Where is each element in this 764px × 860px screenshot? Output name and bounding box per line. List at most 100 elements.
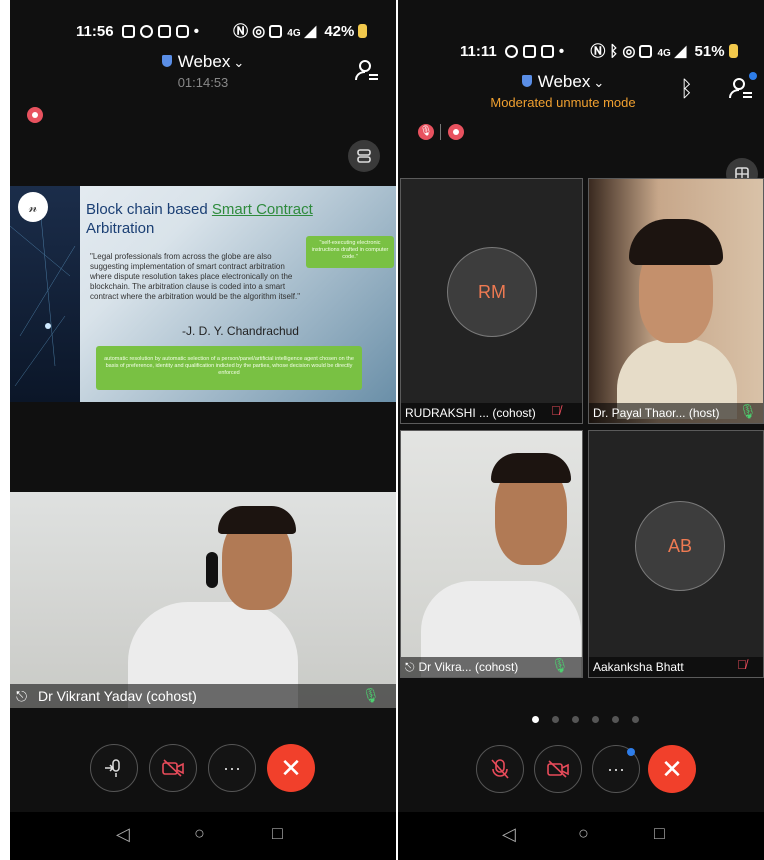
speaker-hair — [218, 506, 296, 534]
mute-button[interactable] — [476, 745, 524, 793]
meeting-title[interactable]: Webex ⌄ — [10, 52, 396, 72]
participant-tile[interactable]: AB Aakanksha Bhatt 🎙̸ — [588, 430, 764, 678]
status-time: 11:11 — [460, 43, 497, 60]
hotspot-icon: ◎ — [622, 43, 636, 60]
moderated-unmute-label: Moderated unmute mode — [490, 95, 636, 110]
mic-muted-icon: 🎙̸ — [737, 657, 747, 672]
bluetooth-icon[interactable]: ᛒ — [680, 76, 693, 102]
speaker-caption: ⎋ Dr Vikrant Yadav (cohost) 🎙 — [10, 684, 396, 708]
android-nav-bar: ◁ ○ □ — [10, 812, 396, 860]
nfc-icon: Ⓝ — [233, 23, 249, 40]
signal-icon: ◢ — [674, 43, 687, 60]
left-phone-screen: 11:56 • Ⓝ ◎ 4G ◢ 42% Webex ⌄ 01:14:53 𝓃 Bloc… — [10, 0, 396, 860]
layout-toggle-button[interactable] — [348, 140, 380, 172]
mic-on-icon: 🎙 — [362, 687, 380, 703]
video-off-button[interactable] — [534, 745, 582, 793]
slide-author: -J. D. Y. Chandrachud — [182, 324, 299, 338]
active-speaker-video[interactable] — [10, 492, 396, 708]
page-dot[interactable] — [612, 716, 619, 723]
participant-name: Dr. Payal Thaor... (host) — [589, 403, 763, 423]
participants-icon[interactable] — [728, 72, 757, 102]
back-nav-icon[interactable]: ◁ — [116, 824, 130, 845]
more-options-button[interactable]: ··· — [208, 744, 256, 792]
participant-tile[interactable]: Dr. Payal Thaor... (host) 🎙 — [588, 178, 764, 424]
notification-icon — [522, 45, 536, 58]
participant-avatar: RM — [447, 247, 537, 337]
bluetooth-status-icon: ᛒ — [609, 43, 619, 60]
participants-badge — [749, 72, 757, 80]
muted-self-icon: 🎙 — [418, 124, 434, 140]
page-dot[interactable] — [552, 716, 559, 723]
battery-percent: 51% — [694, 43, 725, 60]
recents-nav-icon[interactable]: □ — [272, 823, 283, 844]
participants-icon[interactable] — [354, 58, 380, 84]
page-dot[interactable] — [572, 716, 579, 723]
app-title: Webex — [537, 72, 591, 91]
recording-icon — [27, 107, 43, 123]
battery-icon — [358, 24, 368, 38]
page-dot[interactable] — [632, 716, 639, 723]
calendar-icon — [157, 25, 171, 38]
participant-avatar: AB — [635, 501, 725, 591]
participant-hair — [491, 453, 571, 483]
notification-icon — [121, 25, 135, 38]
participant-tile[interactable]: ⎋ Dr Vikra... (cohost) 🎙 — [400, 430, 583, 678]
data-icon — [269, 25, 283, 38]
chevron-down-icon: ⌄ — [233, 55, 245, 70]
network-type: 4G — [287, 28, 301, 39]
end-call-button[interactable]: ✕ — [648, 745, 696, 793]
participant-hair — [629, 219, 723, 265]
status-bar: 11:11 • Ⓝ ᛒ ◎ 4G ◢ 51% — [460, 40, 764, 61]
slide-decoration — [10, 186, 80, 402]
share-icon: ⎋ — [405, 660, 415, 674]
webex-shield-icon — [161, 55, 172, 67]
annotate-pen-icon[interactable]: 𝓃 — [18, 192, 48, 222]
back-nav-icon[interactable]: ◁ — [502, 824, 516, 845]
mic-muted-icon: 🎙̸ — [551, 403, 561, 418]
meeting-title[interactable]: Webex ⌄ — [398, 72, 728, 92]
recording-icon — [448, 124, 464, 140]
page-dot[interactable] — [532, 716, 539, 723]
nfc-icon: Ⓝ — [590, 43, 606, 60]
battery-icon — [728, 44, 738, 58]
status-time: 11:56 — [76, 23, 114, 40]
meeting-timer: 01:14:53 — [177, 75, 229, 90]
webex-shield-icon — [521, 75, 532, 87]
shared-content-slide: 𝓃 Block chain based Smart Contract Arbitr… — [10, 186, 396, 402]
slide-callout-top: "self-executing electronic instructions … — [306, 236, 394, 268]
audio-connect-button[interactable] — [90, 744, 138, 792]
more-notifications-dot: • — [558, 43, 565, 60]
signal-icon: ◢ — [304, 23, 317, 40]
whatsapp-icon — [139, 25, 153, 38]
mic-on-icon: 🎙 — [551, 657, 569, 673]
more-options-badge — [627, 748, 635, 756]
home-nav-icon[interactable]: ○ — [578, 823, 589, 844]
slide-quote: "Legal professionals from across the glo… — [90, 252, 301, 301]
more-options-button[interactable]: ··· — [592, 745, 640, 793]
more-notifications-dot: • — [193, 23, 199, 40]
right-phone-screen: 11:11 • Ⓝ ᛒ ◎ 4G ◢ 51% Webex ⌄ Moderated unmu… — [398, 0, 764, 860]
hotspot-icon: ◎ — [252, 23, 266, 40]
mic-on-icon: 🎙 — [739, 403, 757, 419]
app-title: Webex — [177, 52, 231, 71]
video-off-button[interactable] — [149, 744, 197, 792]
share-icon: ⎋ — [16, 688, 28, 704]
slide-callout-bottom: automatic resolution by automatic select… — [96, 346, 362, 390]
android-nav-bar: ◁ ○ □ — [398, 812, 764, 860]
status-bar: 11:56 • Ⓝ ◎ 4G ◢ 42% — [76, 20, 396, 41]
recents-nav-icon[interactable]: □ — [654, 823, 665, 844]
calendar-icon — [540, 45, 554, 58]
participant-tile[interactable]: RM RUDRAKSHI ... (cohost) 🎙̸ — [400, 178, 583, 424]
speaker-name: Dr Vikrant Yadav (cohost) — [38, 688, 197, 704]
page-dot[interactable] — [592, 716, 599, 723]
chevron-down-icon: ⌄ — [593, 75, 605, 90]
whatsapp-icon — [504, 45, 518, 58]
network-type: 4G — [657, 48, 671, 59]
end-call-button[interactable]: ✕ — [267, 744, 315, 792]
instagram-icon — [175, 25, 189, 38]
battery-percent: 42% — [324, 23, 355, 40]
home-nav-icon[interactable]: ○ — [194, 823, 205, 844]
slide-title: Block chain based Smart Contract Arbitrat… — [86, 201, 313, 237]
indicator-divider — [440, 124, 441, 140]
headset-icon — [206, 552, 218, 588]
